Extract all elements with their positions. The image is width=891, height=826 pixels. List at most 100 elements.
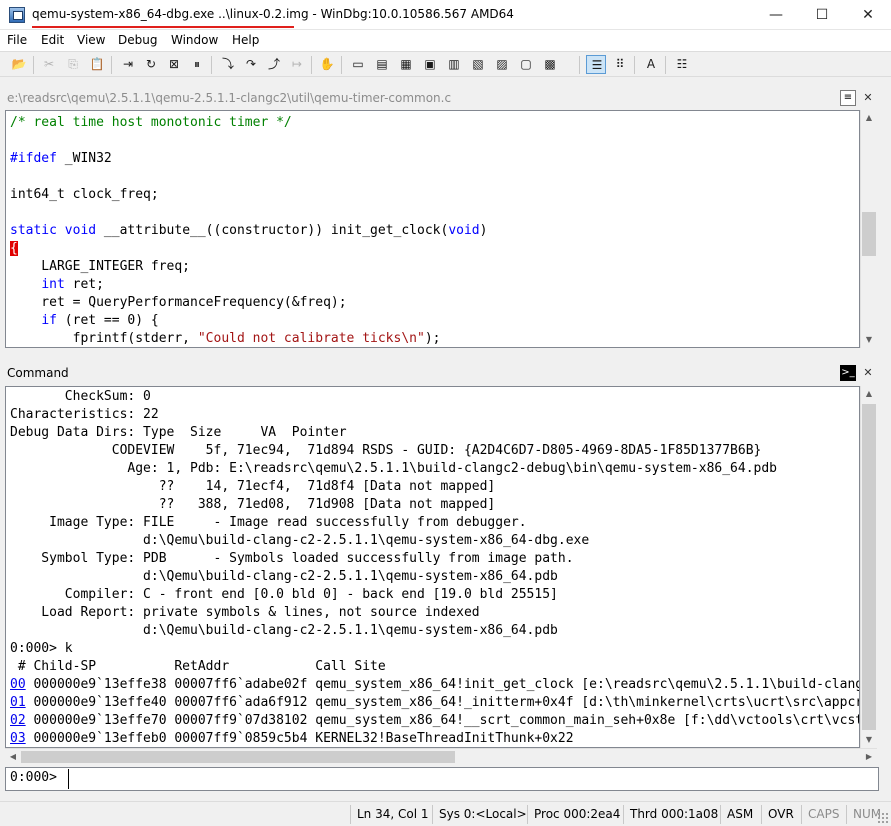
status-asm: ASM <box>720 805 761 824</box>
options-button[interactable]: ☷ <box>672 55 692 74</box>
hand-icon: ✋ <box>319 57 335 71</box>
frame-number-link[interactable]: 02 <box>10 713 26 728</box>
restart-button[interactable]: ↻ <box>141 55 161 74</box>
scroll-down-arrow-icon[interactable]: ▼ <box>861 332 877 348</box>
source-mode-button[interactable]: ☰ <box>586 55 606 74</box>
step-out-button[interactable]: ⤴ <box>264 55 284 74</box>
frame-number-link[interactable]: 00 <box>10 677 26 692</box>
menu-window[interactable]: Window <box>171 33 218 47</box>
go-button[interactable]: ⇥ <box>118 55 138 74</box>
restart-icon: ↻ <box>145 57 157 71</box>
command-window-button[interactable]: ▭ <box>348 55 368 74</box>
run-to-cursor-button[interactable]: ↦ <box>287 55 307 74</box>
call-stack-window-button[interactable]: ▧ <box>468 55 488 74</box>
stack-frame-row: 00 000000e9`13effe38 00007ff6`adabe02f q… <box>10 676 859 694</box>
command-output[interactable]: CheckSum: 0 Characteristics: 22 Debug Data… <box>5 386 860 748</box>
toolbar-separator <box>311 56 312 74</box>
locals-window-button[interactable]: ▦ <box>396 55 416 74</box>
scroll-down-arrow-icon[interactable]: ▼ <box>861 732 877 748</box>
command-window-options-button[interactable]: >_ <box>840 365 856 381</box>
source-line: LARGE_INTEGER freq; <box>10 258 190 276</box>
copy-button[interactable]: ⎘ <box>63 55 83 74</box>
status-thread: Thrd 000:1a08 <box>623 805 720 824</box>
font-icon: A <box>646 57 656 71</box>
command-hscroll-thumb[interactable] <box>21 751 455 763</box>
source-pane-header: e:\readsrc\qemu\2.5.1.1\qemu-2.5.1.1-cla… <box>0 87 891 109</box>
scroll-up-arrow-icon[interactable]: ▲ <box>861 386 877 402</box>
console-icon: >_ <box>841 367 855 378</box>
break-button[interactable]: ⏸ <box>187 55 207 74</box>
menu-file[interactable]: File <box>7 33 27 47</box>
code-token: int64_t clock_freq; <box>10 187 159 202</box>
memory-window-icon: ▥ <box>448 57 460 71</box>
hex-mode-button[interactable]: ⠿ <box>610 55 630 74</box>
maximize-button[interactable]: ☐ <box>799 0 845 30</box>
pane-splitter[interactable] <box>0 349 891 361</box>
frame-number-link[interactable]: 03 <box>10 731 26 746</box>
windbg-app-icon[interactable] <box>9 7 25 23</box>
window-title: qemu-system-x86_64-dbg.exe ..\linux-0.2.… <box>32 7 514 21</box>
source-mode-icon: ☰ <box>591 58 603 72</box>
frame-details: 000000e9`13effe40 00007ff6`ada6f912 qemu… <box>25 695 860 710</box>
source-line: fprintf(stderr, "Could not calibrate tic… <box>10 330 441 347</box>
memory-window-button[interactable]: ▥ <box>444 55 464 74</box>
source-vertical-scrollbar[interactable]: ▲ ▼ <box>860 110 877 348</box>
code-token: LARGE_INTEGER freq; <box>10 259 191 274</box>
command-vertical-scrollbar[interactable]: ▲ ▼ <box>860 386 877 748</box>
source-window-options-button[interactable]: ≡ <box>840 90 856 106</box>
paste-button[interactable]: 📋 <box>87 55 107 74</box>
code-token: void <box>448 223 480 238</box>
menu-view[interactable]: View <box>77 33 105 47</box>
code-token: ret; <box>64 277 104 292</box>
hex-mode-icon: ⠿ <box>615 57 625 71</box>
scratch-pad-button[interactable]: ▢ <box>516 55 536 74</box>
code-token: __attribute__((constructor)) init_get_cl… <box>96 223 449 238</box>
scroll-left-arrow-icon[interactable]: ◀ <box>5 749 21 765</box>
step-into-button[interactable]: ⤵ <box>218 55 238 74</box>
watch-window-button[interactable]: ▤ <box>372 55 392 74</box>
stop-debugging-icon: ⊠ <box>168 57 180 71</box>
menu-debug[interactable]: Debug <box>118 33 157 47</box>
source-code-view[interactable]: /* real time host monotonic timer */ #ifd… <box>5 110 860 348</box>
source-line: if (ret == 0) { <box>10 312 158 330</box>
toolbar-separator <box>634 56 635 74</box>
status-bar: Ln 34, Col 1 Sys 0:<Local> Proc 000:2ea4… <box>0 801 891 826</box>
source-pane-close-button[interactable]: ✕ <box>860 90 876 106</box>
step-over-button[interactable]: ↷ <box>241 55 261 74</box>
menu-help[interactable]: Help <box>232 33 259 47</box>
close-icon: ✕ <box>862 7 874 23</box>
menu-edit[interactable]: Edit <box>41 33 64 47</box>
copy-icon: ⎘ <box>68 57 78 71</box>
registers-window-button[interactable]: ▣ <box>420 55 440 74</box>
minimize-button[interactable]: — <box>753 0 799 30</box>
code-token: static <box>10 223 57 238</box>
source-file-path: e:\readsrc\qemu\2.5.1.1\qemu-2.5.1.1-cla… <box>7 91 452 105</box>
frame-number-link[interactable]: 01 <box>10 695 26 710</box>
close-button[interactable]: ✕ <box>845 0 891 30</box>
scroll-right-arrow-icon[interactable]: ▶ <box>861 749 877 765</box>
command-output-line: CODEVIEW 5f, 71ec94, 71d894 RSDS - GUID:… <box>10 443 762 458</box>
close-icon: ✕ <box>863 91 873 104</box>
toolbar-separator <box>665 56 666 74</box>
resize-grip-icon[interactable] <box>877 812 889 824</box>
hand-button[interactable]: ✋ <box>317 55 337 74</box>
command-scroll-thumb[interactable] <box>862 404 876 730</box>
step-out-icon: ⤴ <box>267 57 280 71</box>
status-process: Proc 000:2ea4 <box>527 805 623 824</box>
processes-threads-button[interactable]: ▩ <box>540 55 560 74</box>
command-pane-close-button[interactable]: ✕ <box>860 365 876 381</box>
source-scroll-thumb[interactable] <box>862 212 876 256</box>
toolbar: 📂 ✂ ⎘ 📋 ⇥ ↻ ⊠ ⏸ ⤵ ↷ ⤴ ↦ ✋ ▭ ▤ ▦ ▣ ▥ ▧ ▨ … <box>0 51 891 77</box>
source-line: int64_t clock_freq; <box>10 186 159 204</box>
command-input[interactable] <box>68 769 868 789</box>
scroll-up-arrow-icon[interactable]: ▲ <box>861 110 877 126</box>
cut-button[interactable]: ✂ <box>39 55 59 74</box>
go-icon: ⇥ <box>122 57 134 71</box>
code-token: #ifdef <box>10 151 57 166</box>
command-horizontal-scrollbar[interactable]: ◀ ▶ <box>5 748 877 765</box>
font-button[interactable]: A <box>641 55 661 74</box>
disassembly-window-button[interactable]: ▨ <box>492 55 512 74</box>
open-button[interactable]: 📂 <box>9 55 29 74</box>
command-output-line: Debug Data Dirs: Type Size VA Pointer <box>10 425 347 440</box>
stop-debugging-button[interactable]: ⊠ <box>164 55 184 74</box>
